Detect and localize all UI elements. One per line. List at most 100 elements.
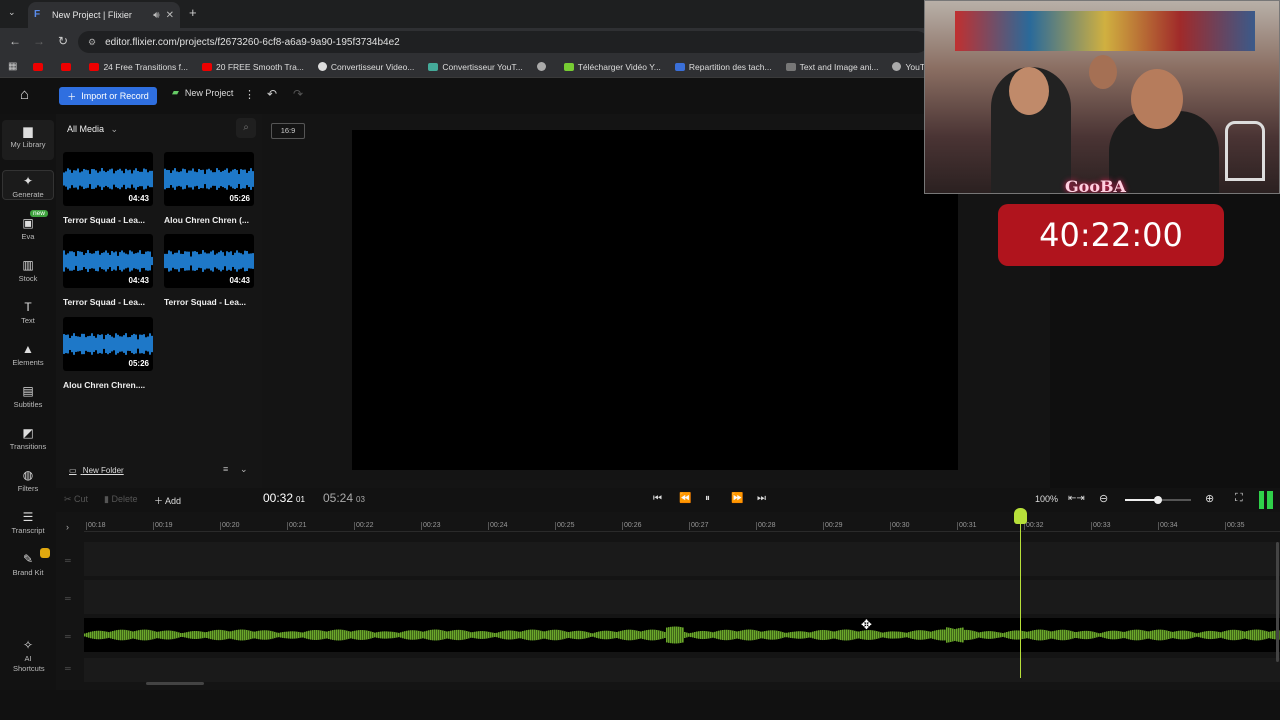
new-project-button[interactable]: ▰ New Project (172, 87, 233, 98)
bookmark-youtube-2[interactable] (61, 62, 75, 71)
fullscreen-icon[interactable]: ⛶ (1235, 492, 1243, 505)
cut-button[interactable]: ✂ Cut (64, 494, 88, 505)
track-lane-2[interactable] (84, 580, 1280, 614)
all-media-dropdown[interactable]: All Media ⌄ (67, 124, 118, 135)
url-field[interactable]: ⚙ editor.flixier.com/projects/f2673260-6… (78, 31, 928, 53)
bookmark-item[interactable]: Convertisseur Video... (317, 62, 414, 72)
track-lane-1[interactable] (84, 542, 1280, 576)
sidebar-item-transitions[interactable]: ◩ Transitions (2, 426, 54, 451)
sidebar-item-brand-kit[interactable]: ✎ Brand Kit (2, 548, 54, 577)
track-handle-icon[interactable]: ═ (65, 632, 71, 641)
audio-waveform-bar (808, 632, 810, 638)
audio-waveform-bar (292, 631, 294, 639)
media-name[interactable]: Alou Chren Chren.... (63, 380, 145, 390)
new-folder-link[interactable]: ▭ New Folder (69, 466, 124, 475)
import-or-record-button[interactable]: ＋ Import or Record (59, 87, 157, 105)
timeline-ruler[interactable]: 00:18 00:19 00:20 00:21 00:22 00:23 00:24 00:25… (84, 512, 1280, 532)
media-name[interactable]: Terror Squad - Lea... (164, 297, 246, 307)
zoom-percent[interactable]: 100% (1035, 494, 1058, 504)
back-icon[interactable]: ← (4, 34, 26, 48)
vertical-scrollbar[interactable] (1276, 542, 1279, 662)
library-icon: ▆ (23, 124, 33, 138)
delete-button[interactable]: ▮ Delete (104, 494, 137, 505)
bookmark-youtube-1[interactable] (33, 62, 47, 71)
collapse-chevron-icon[interactable]: ⌄ (240, 464, 248, 475)
sidebar-item-text[interactable]: T Text (2, 300, 54, 325)
fast-forward-icon[interactable]: ⏩ (731, 493, 743, 504)
sidebar-item-label: AI Shortcuts (13, 654, 45, 673)
media-thumbnail[interactable]: 04:43 (164, 234, 254, 288)
zoom-in-icon[interactable]: ⊕ (1205, 492, 1214, 505)
media-name[interactable]: Terror Squad - Lea... (63, 297, 145, 307)
sidebar-item-transcript[interactable]: ☰ Transcript (2, 510, 54, 535)
home-icon[interactable]: ⌂ (20, 86, 29, 103)
audio-waveform-bar (216, 629, 218, 641)
media-thumbnail[interactable]: 04:43 (63, 234, 153, 288)
audio-track[interactable] (84, 618, 1280, 652)
aspect-ratio-button[interactable]: 16:9 (271, 123, 305, 139)
apps-grid-icon[interactable]: ▦ (8, 61, 17, 72)
sidebar-item-filters[interactable]: ◍ Filters (2, 468, 54, 493)
audio-waveform-bar (172, 630, 174, 640)
audio-waveform-bar (1192, 632, 1194, 638)
zoom-slider-knob[interactable] (1154, 496, 1162, 504)
bookmark-item[interactable]: 24 Free Transitions f... (89, 62, 188, 72)
new-tab-icon[interactable]: + (189, 5, 197, 20)
sidebar-item-generate[interactable]: ✦ Generate (2, 170, 54, 200)
zoom-slider[interactable] (1125, 496, 1191, 504)
media-thumbnail[interactable]: 05:26 (63, 317, 153, 371)
cut-label: Cut (74, 494, 89, 504)
filter-icon[interactable]: ≡ (223, 464, 228, 474)
site-info-icon[interactable]: ⚙ (88, 37, 96, 48)
bookmark-item[interactable]: 20 FREE Smooth Tra... (202, 62, 304, 72)
rewind-icon[interactable]: ⏪ (679, 493, 691, 504)
video-preview-canvas[interactable] (352, 130, 958, 470)
reload-icon[interactable]: ↻ (52, 34, 74, 48)
skip-to-start-icon[interactable]: ⏮ (653, 493, 662, 504)
track-handle-icon[interactable]: ═ (65, 664, 71, 673)
track-lane-4[interactable] (84, 658, 1280, 682)
bookmark-globe[interactable] (536, 62, 550, 71)
sidebar-item-subtitles[interactable]: ▤ Subtitles (2, 384, 54, 409)
fit-timeline-icon[interactable]: ⇤⇥ (1068, 493, 1085, 504)
media-name[interactable]: Alou Chren Chren (... (164, 215, 249, 225)
redo-icon[interactable]: ↷ (293, 87, 303, 101)
bookmark-item[interactable]: Convertisseur YouT... (428, 62, 523, 72)
media-thumbnail[interactable]: 05:26 (164, 152, 254, 206)
track-handle-icon[interactable]: ═ (65, 594, 71, 603)
playhead-handle[interactable] (1014, 508, 1027, 524)
close-tab-icon[interactable]: ✕ (166, 10, 174, 21)
skip-to-end-icon[interactable]: ⏭ (757, 493, 766, 504)
audio-waveform-bar (912, 631, 914, 639)
bookmark-item[interactable]: Text and Image ani... (785, 62, 878, 72)
speaker-icon[interactable]: 🔊︎ (153, 10, 159, 21)
waveform-bar (99, 171, 101, 187)
audio-waveform-bar (476, 631, 478, 639)
sidebar-item-stock[interactable]: ▥ Stock (2, 258, 54, 283)
media-thumbnail[interactable]: 04:43 (63, 152, 153, 206)
undo-icon[interactable]: ↶ (267, 87, 277, 101)
sidebar-item-eva[interactable]: ▣ Eva new (2, 210, 54, 241)
bookmark-item[interactable]: Télécharger Vidéo Y... (563, 62, 661, 72)
horizontal-scrollbar[interactable] (146, 682, 204, 685)
sidebar-item-my-library[interactable]: ▆ My Library (2, 120, 54, 160)
expand-tracks-icon[interactable]: › (66, 522, 69, 532)
audio-waveform-bar (1170, 631, 1172, 639)
track-handle-icon[interactable]: ═ (65, 556, 71, 565)
browser-tab[interactable]: F New Project | Flixier 🔊︎ ✕ (28, 2, 180, 28)
add-button[interactable]: ＋ Add (154, 494, 181, 507)
sidebar-item-elements[interactable]: ▲ Elements (2, 342, 54, 367)
playhead[interactable] (1014, 508, 1027, 678)
zoom-out-icon[interactable]: ⊖ (1099, 492, 1108, 505)
forward-icon[interactable]: → (28, 34, 50, 48)
audio-waveform-bar (352, 631, 354, 639)
tab-list-chevron-icon[interactable]: ⌄ (8, 7, 16, 18)
bookmark-item[interactable]: Repartition des tach... (674, 62, 772, 72)
globe-icon (536, 62, 546, 71)
media-name[interactable]: Terror Squad - Lea... (63, 215, 145, 225)
sidebar-item-ai-shortcuts[interactable]: ✧ AI Shortcuts (2, 638, 54, 674)
pause-icon[interactable]: ⏸ (705, 493, 710, 504)
more-options-icon[interactable]: ⋮ (244, 88, 255, 101)
search-icon[interactable]: ⌕ (236, 118, 256, 138)
audio-waveform[interactable] (84, 618, 1280, 652)
